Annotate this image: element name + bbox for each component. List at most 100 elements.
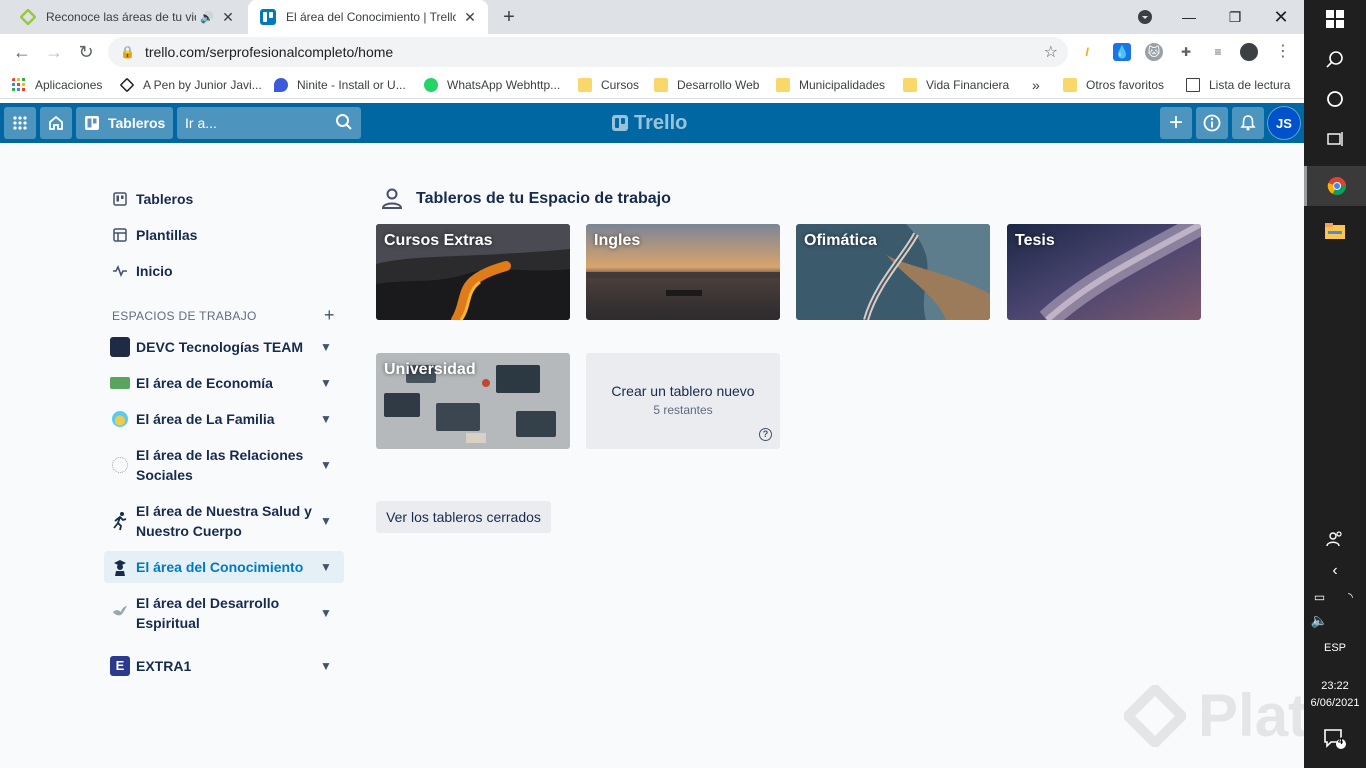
- volume-icon[interactable]: 🔈: [1304, 612, 1335, 629]
- bookmark-star-icon[interactable]: ☆: [1044, 42, 1058, 62]
- board-name: Tesis: [1015, 232, 1055, 249]
- bookmark-folder-vida-financiera[interactable]: Vida Financiera: [903, 76, 1009, 94]
- apps-switcher-button[interactable]: [4, 107, 36, 139]
- action-center-icon[interactable]: 4: [1304, 728, 1366, 755]
- minimize-icon[interactable]: —: [1176, 4, 1202, 30]
- windows-taskbar: ‹ ▭ ◝ 🔈 ESP 23:22 6/06/2021 4: [1304, 0, 1366, 768]
- wifi-icon[interactable]: ◝: [1335, 590, 1366, 604]
- workspace-devc[interactable]: DEVC Tecnologías TEAM ▼: [104, 331, 344, 363]
- search-icon[interactable]: [335, 113, 353, 131]
- cortana-icon[interactable]: [1304, 90, 1366, 113]
- chevron-down-icon[interactable]: ▼: [314, 412, 338, 426]
- board-tile[interactable]: Universidad: [376, 353, 570, 449]
- search-icon[interactable]: [1304, 50, 1366, 73]
- reload-icon[interactable]: ↻: [74, 40, 98, 64]
- notifications-button[interactable]: [1232, 107, 1264, 139]
- chevron-down-icon[interactable]: ▼: [314, 560, 338, 574]
- clock-time[interactable]: 23:22: [1304, 680, 1366, 692]
- bookmark-folder-cursos[interactable]: Cursos: [578, 76, 639, 94]
- bookmark-whatsapp[interactable]: WhatsApp Webhttp...: [424, 76, 560, 94]
- chevron-down-icon[interactable]: ▼: [314, 458, 338, 472]
- extension-cat-icon[interactable]: 🐱: [1145, 43, 1163, 61]
- browser-tab-inactive[interactable]: Reconoce las áreas de tu vida 🔊 ✕: [8, 0, 246, 34]
- workspace-name: El área del Desarrollo: [136, 595, 280, 611]
- sidebar-item-label: Plantillas: [136, 227, 198, 243]
- board-tile[interactable]: Tesis: [1007, 224, 1201, 320]
- back-icon[interactable]: ←: [10, 40, 34, 64]
- sidebar-item-plantillas[interactable]: Plantillas: [104, 219, 344, 251]
- profile-avatar-icon[interactable]: [1240, 43, 1258, 61]
- menu-kebab-icon[interactable]: ⋮: [1274, 43, 1292, 61]
- bookmark-other-favorites[interactable]: Otros favoritos: [1063, 76, 1164, 94]
- chevron-down-icon[interactable]: ▼: [314, 659, 338, 673]
- workspace-extra1[interactable]: E EXTRA1 ▼: [104, 650, 344, 682]
- bookmark-apps[interactable]: Aplicaciones: [12, 76, 102, 94]
- close-tab-icon[interactable]: ✕: [220, 9, 236, 26]
- task-view-icon[interactable]: [1304, 130, 1366, 153]
- workspace-familia[interactable]: El área de La Familia ▼: [104, 403, 344, 435]
- bookmark-ninite[interactable]: Ninite - Install or U...: [274, 76, 406, 94]
- workspace-name: El área del Conocimiento: [136, 559, 304, 575]
- people-icon[interactable]: [1304, 530, 1366, 553]
- board-tile[interactable]: Ofimática: [796, 224, 990, 320]
- bookmark-folder-municipalidades[interactable]: Municipalidades: [776, 76, 885, 94]
- clock-date[interactable]: 6/06/2021: [1304, 697, 1366, 709]
- file-explorer-icon[interactable]: [1304, 222, 1366, 245]
- battery-icon[interactable]: ▭: [1304, 590, 1335, 604]
- extensions-puzzle-icon[interactable]: ✚: [1177, 43, 1195, 61]
- extension-i-icon[interactable]: I: [1078, 43, 1096, 61]
- extension-drop-icon[interactable]: 💧: [1113, 43, 1131, 61]
- workspace-conocimiento[interactable]: El área del Conocimiento ▼: [104, 551, 344, 583]
- create-board-button[interactable]: Crear un tablero nuevo 5 restantes ?: [586, 353, 780, 449]
- bookmark-label: Vida Financiera: [926, 78, 1010, 92]
- board-tile[interactable]: Cursos Extras: [376, 224, 570, 320]
- sidebar-item-inicio[interactable]: Inicio: [104, 255, 344, 287]
- trello-logo[interactable]: Trello: [612, 111, 687, 135]
- workspace-desarrollo-espiritual[interactable]: El área del Desarrollo Espiritual ▼: [104, 593, 344, 633]
- create-button[interactable]: +: [1160, 107, 1192, 139]
- chrome-taskbar-icon[interactable]: [1304, 166, 1366, 206]
- bookmark-label: Cursos: [601, 78, 640, 92]
- chevron-down-icon[interactable]: ▼: [314, 340, 338, 354]
- chevron-down-icon[interactable]: ▼: [314, 514, 338, 528]
- info-button[interactable]: [1196, 107, 1228, 139]
- tab-search-icon[interactable]: [1132, 4, 1158, 30]
- boards-button-label: Tableros: [108, 115, 166, 131]
- forward-icon[interactable]: →: [42, 40, 66, 64]
- board-icon: [85, 116, 99, 130]
- show-hidden-icons-chevron-icon[interactable]: ‹: [1304, 562, 1366, 580]
- sidebar-item-tableros[interactable]: Tableros: [104, 183, 344, 215]
- user-avatar[interactable]: JS: [1268, 107, 1300, 139]
- language-indicator[interactable]: ESP: [1304, 642, 1366, 654]
- search-input[interactable]: Ir a...: [177, 107, 361, 139]
- speaker-icon[interactable]: 🔊: [200, 11, 214, 24]
- media-control-icon[interactable]: ≡: [1209, 43, 1227, 61]
- bookmark-folder-desarrollo-web[interactable]: Desarrollo Web: [654, 76, 759, 94]
- browser-tab-active[interactable]: El área del Conocimiento | Trello ✕: [248, 0, 488, 34]
- help-question-icon[interactable]: ?: [759, 428, 772, 441]
- bookmark-codepen[interactable]: A Pen by Junior Javi...: [119, 76, 262, 94]
- bookmarks-overflow-button[interactable]: »: [1032, 76, 1040, 94]
- reading-list-button[interactable]: Lista de lectura: [1186, 76, 1290, 94]
- address-bar[interactable]: 🔒 trello.com/serprofesionalcompleto/home…: [108, 37, 1068, 67]
- remaining-boards-count: 5 restantes: [653, 403, 713, 417]
- chevron-down-icon[interactable]: ▼: [314, 606, 338, 620]
- restore-icon[interactable]: ❐: [1222, 4, 1248, 30]
- trello-header: Tableros Ir a... Trello +: [0, 103, 1304, 143]
- money-icon: [110, 377, 130, 389]
- add-workspace-icon[interactable]: +: [324, 305, 335, 326]
- lock-icon[interactable]: 🔒: [120, 45, 135, 59]
- chevron-down-icon[interactable]: ▼: [314, 376, 338, 390]
- view-closed-boards-button[interactable]: Ver los tableros cerrados: [376, 501, 551, 533]
- close-tab-icon[interactable]: ✕: [462, 9, 478, 26]
- workspace-relaciones[interactable]: El área de las Relaciones Sociales ▼: [104, 445, 344, 485]
- windows-start-icon[interactable]: [1304, 8, 1366, 33]
- close-window-icon[interactable]: ✕: [1268, 4, 1294, 30]
- workspace-salud[interactable]: El área de Nuestra Salud y Nuestro Cuerp…: [104, 501, 344, 541]
- bookmark-label: A Pen by Junior Javi...: [143, 78, 262, 92]
- board-tile[interactable]: Ingles: [586, 224, 780, 320]
- home-button[interactable]: [40, 107, 72, 139]
- boards-button[interactable]: Tableros: [76, 107, 173, 139]
- new-tab-button[interactable]: +: [498, 6, 520, 28]
- workspace-economia[interactable]: El área de Economía ▼: [104, 367, 344, 399]
